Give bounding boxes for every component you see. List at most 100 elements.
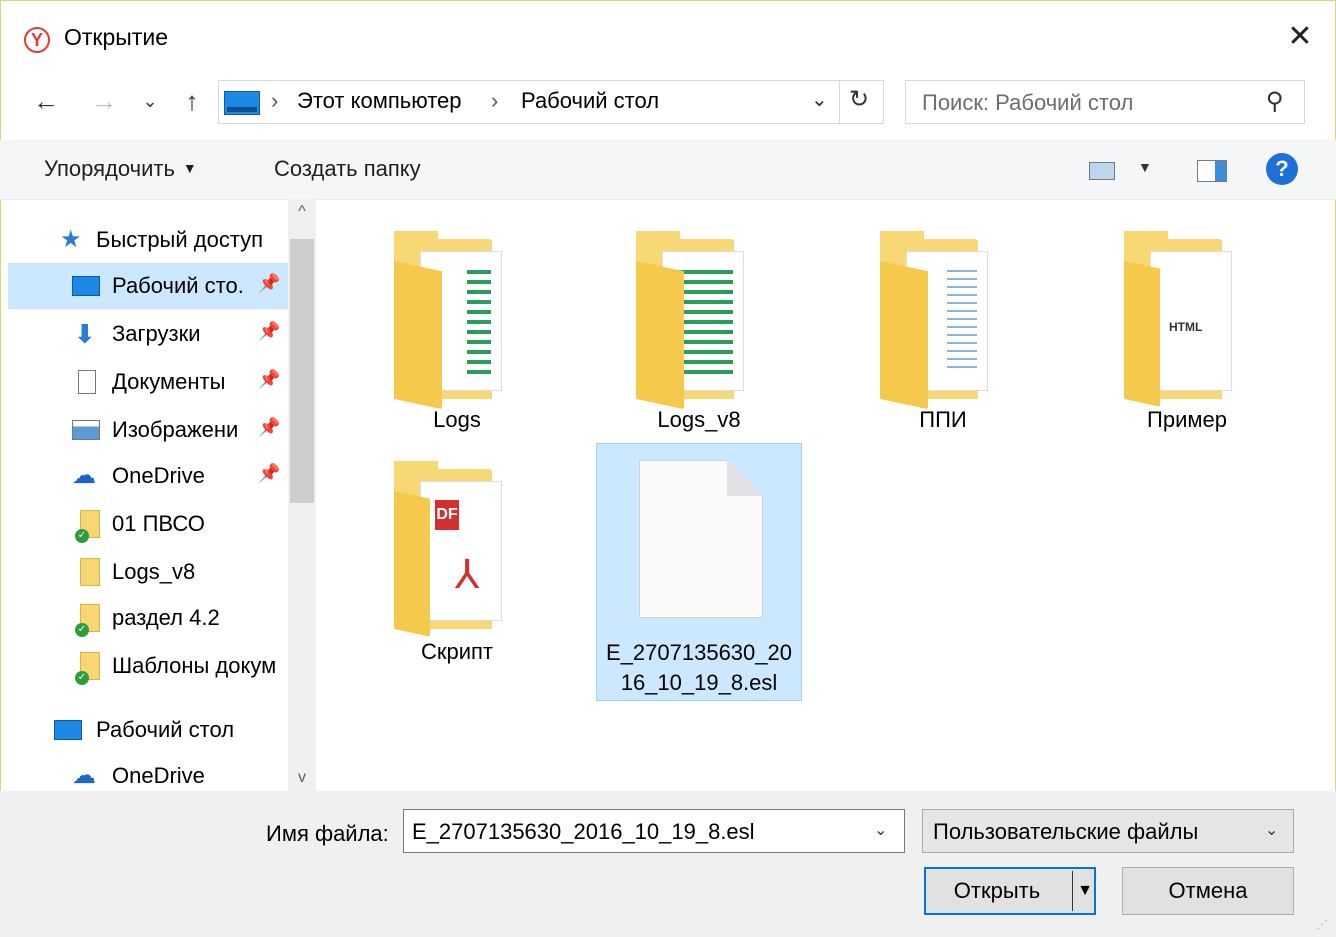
organize-menu-button[interactable]: Упорядочить ▼ — [44, 156, 197, 182]
forward-button[interactable]: → — [86, 84, 122, 118]
organize-caret-icon: ▼ — [182, 160, 197, 176]
breadcrumb-separator-icon: › — [271, 88, 279, 113]
sidebar-item-label: 01 ПВСО — [112, 511, 205, 536]
open-button-label: Открыть — [953, 878, 1041, 903]
sidebar-item-label: раздел 4.2 — [112, 605, 220, 630]
document-icon — [78, 370, 96, 394]
pin-icon: 📌 — [258, 273, 281, 293]
pin-icon: 📌 — [258, 321, 281, 341]
sidebar-item-documents[interactable]: Документы 📌 — [8, 359, 288, 405]
chevron-down-icon[interactable]: ⌄ — [874, 820, 887, 840]
onedrive-icon: ☁ — [72, 462, 96, 489]
folder-icon — [880, 231, 992, 410]
pdf-icon: ⅄ — [455, 553, 480, 597]
sidebar-item-label: OneDrive — [112, 463, 205, 488]
sidebar-item-label: OneDrive — [112, 763, 205, 788]
back-button[interactable]: ← — [28, 84, 64, 118]
sidebar-item-label: Logs_v8 — [112, 559, 196, 584]
breadcrumb-desktop[interactable]: Рабочий стол — [521, 88, 659, 114]
download-icon: ⬇ — [74, 319, 96, 349]
change-view-icon[interactable] — [1089, 162, 1115, 180]
filetype-value: Пользовательские файлы — [933, 819, 1199, 844]
chevron-down-icon: ⌄ — [1265, 822, 1279, 839]
file-name: ППИ — [919, 407, 967, 432]
filename-input[interactable]: E_2707135630_2016_10_19_8.esl ⌄ — [403, 809, 905, 853]
search-input[interactable]: Поиск: Рабочий стол — [922, 90, 1133, 116]
sidebar-item-onedrive-pinned[interactable]: ☁ OneDrive 📌 — [8, 453, 288, 499]
address-dropdown-icon[interactable]: ⌄ — [811, 87, 828, 112]
pin-icon: 📌 — [258, 369, 281, 389]
folder-icon — [80, 558, 100, 586]
sidebar-item-label: Изображени — [112, 417, 239, 442]
folder-icon — [636, 231, 748, 410]
star-icon: ★ — [60, 226, 82, 253]
title-bar: Y Открытие ✕ — [0, 0, 1336, 80]
window-title: Открытие — [64, 24, 168, 50]
close-button[interactable]: ✕ — [1283, 20, 1317, 54]
preview-pane-icon[interactable] — [1197, 160, 1227, 182]
sidebar-item-01-pvso[interactable]: 01 ПВСО — [8, 501, 288, 547]
organize-label: Упорядочить — [44, 156, 175, 181]
pin-icon: 📌 — [258, 417, 281, 437]
recent-locations-button[interactable]: ⌄ — [136, 84, 164, 118]
cancel-button[interactable]: Отмена — [1122, 867, 1294, 915]
file-tile-example[interactable]: HTML Пример — [1084, 219, 1290, 439]
file-icon — [639, 460, 763, 618]
yandex-logo-icon: Y — [24, 27, 50, 53]
folder-synced-icon — [75, 604, 100, 637]
sidebar-item-desktop[interactable]: Рабочий стол — [8, 707, 288, 753]
open-button[interactable]: Открыть ▼ — [924, 867, 1096, 915]
file-list: Logs Logs_v8 ППИ HTML Пример DF ⅄ Скрипт… — [328, 199, 1336, 791]
pin-icon: 📌 — [258, 463, 281, 483]
sidebar-scrollbar[interactable]: ^ v — [288, 199, 316, 791]
sidebar-item-section-4-2[interactable]: раздел 4.2 — [8, 595, 288, 641]
file-tile-ppi[interactable]: ППИ — [840, 219, 1046, 439]
address-bar[interactable]: › Этот компьютер › Рабочий стол ⌄ ↻ — [218, 80, 884, 124]
desktop-icon — [72, 276, 100, 296]
scrollbar-thumb[interactable] — [290, 239, 314, 503]
sidebar-item-logs-v8[interactable]: Logs_v8 — [8, 549, 288, 595]
sidebar-item-label: Рабочий сто. — [112, 273, 244, 298]
file-tile-script[interactable]: DF ⅄ Скрипт — [354, 449, 560, 669]
navigation-pane: ★ Быстрый доступ Рабочий сто. 📌 ⬇ Загруз… — [0, 199, 316, 791]
open-split-arrow-icon[interactable]: ▼ — [1072, 871, 1097, 911]
scroll-down-icon[interactable]: v — [288, 769, 316, 787]
refresh-icon[interactable]: ↻ — [849, 85, 869, 114]
sidebar-item-pictures[interactable]: Изображени 📌 — [8, 407, 288, 453]
file-name-line1: E_2707135630_20 — [606, 640, 792, 665]
command-bar: Упорядочить ▼ Создать папку ▼ ? — [0, 140, 1336, 200]
sidebar-item-onedrive[interactable]: ☁ OneDrive — [8, 753, 288, 791]
sidebar-item-downloads[interactable]: ⬇ Загрузки 📌 — [8, 311, 288, 357]
breadcrumb-this-pc[interactable]: Этот компьютер — [297, 88, 462, 114]
sidebar-item-templates[interactable]: Шаблоны докум — [8, 643, 288, 689]
sidebar-item-label: Документы — [112, 369, 226, 394]
sidebar-item-desktop-pinned[interactable]: Рабочий сто. 📌 — [8, 263, 288, 309]
sidebar-item-label: Рабочий стол — [96, 717, 235, 742]
help-icon[interactable]: ? — [1266, 153, 1298, 185]
desktop-icon — [54, 720, 82, 740]
file-name: Скрипт — [420, 639, 494, 664]
new-folder-button[interactable]: Создать папку — [274, 156, 421, 182]
file-tile-esl[interactable]: E_2707135630_20 16_10_19_8.esl — [596, 443, 802, 701]
address-divider — [839, 81, 840, 123]
file-tile-logs[interactable]: Logs — [354, 219, 560, 439]
onedrive-icon: ☁ — [72, 762, 96, 789]
filename-value: E_2707135630_2016_10_19_8.esl — [412, 819, 755, 844]
folder-synced-icon — [75, 652, 100, 685]
filename-label: Имя файла: — [266, 821, 389, 846]
computer-icon — [224, 91, 260, 115]
file-name-line2: 16_10_19_8.esl — [620, 670, 778, 695]
resize-grip-icon[interactable]: ⋰ — [1316, 917, 1328, 931]
file-name: Logs — [433, 407, 481, 432]
scroll-up-icon[interactable]: ^ — [288, 203, 316, 221]
filetype-select[interactable]: Пользовательские файлы ⌄ — [922, 809, 1294, 853]
up-button[interactable]: ↑ — [176, 84, 208, 118]
folder-icon: DF ⅄ — [394, 461, 506, 637]
file-tile-logs-v8[interactable]: Logs_v8 — [596, 219, 802, 439]
search-box[interactable]: Поиск: Рабочий стол ⚲ — [905, 80, 1305, 124]
sidebar-item-quick-access[interactable]: ★ Быстрый доступ — [8, 217, 288, 263]
view-options-caret-icon[interactable]: ▼ — [1138, 159, 1152, 175]
breadcrumb-separator-icon: › — [491, 88, 499, 113]
html-badge: HTML — [1169, 320, 1203, 334]
search-icon[interactable]: ⚲ — [1266, 87, 1284, 116]
